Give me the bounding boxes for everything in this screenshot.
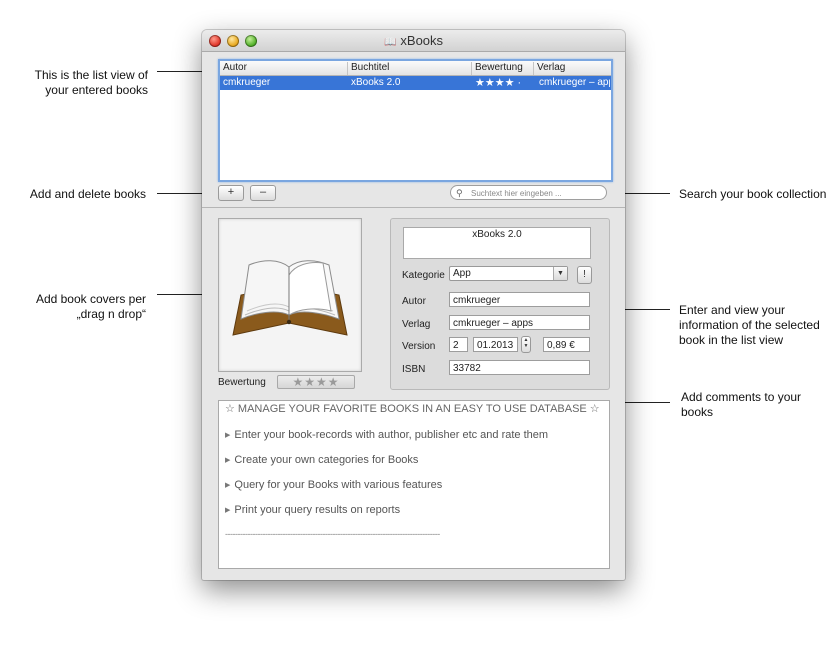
kategorie-label: Kategorie	[402, 270, 445, 281]
comment-line-text: Query for your Books with various featur…	[234, 479, 443, 491]
column-header-bewertung[interactable]: Bewertung	[472, 62, 534, 75]
isbn-field[interactable]: 33782	[449, 360, 590, 375]
comment-line: ▶ Create your own categories for Books	[225, 454, 418, 466]
rating-control[interactable]: ★★★★	[277, 375, 355, 389]
kategorie-value: App	[453, 268, 471, 279]
comment-line-text: Create your own categories for Books	[234, 454, 419, 466]
window-title-text: xBooks	[400, 33, 444, 48]
callout-enter-view: Enter and view your information of the s…	[679, 303, 820, 347]
comment-line: ▶ Enter your book-records with author, pu…	[225, 429, 548, 441]
date-field[interactable]: 01.2013	[473, 337, 518, 352]
open-book-icon	[232, 260, 348, 336]
book-title-field[interactable]: xBooks 2.0	[403, 227, 591, 259]
kategorie-select[interactable]: App ▼	[449, 266, 568, 281]
callout-list-view: This is the list view of your entered bo…	[34, 68, 148, 97]
version-field[interactable]: 2	[449, 337, 468, 352]
column-header-buchtitel[interactable]: Buchtitel	[348, 62, 472, 75]
details-panel: xBooks 2.0 Kategorie App ▼ ! Autor cmkru…	[390, 218, 610, 390]
search-placeholder: Suchtext hier eingeben ...	[471, 189, 562, 198]
cell-verlag: cmkrueger – apps	[539, 77, 610, 88]
price-field[interactable]: 0,89 €	[543, 337, 590, 352]
rating-label: Bewertung	[218, 377, 266, 388]
autor-label: Autor	[402, 296, 426, 307]
window-title: 📖 xBooks	[202, 33, 625, 48]
title-bar[interactable]: 📖 xBooks	[202, 30, 625, 52]
verlag-field[interactable]: cmkrueger – apps	[449, 315, 590, 330]
cell-autor: cmkrueger	[223, 77, 271, 88]
comment-line: ▶ Print your query results on reports	[225, 504, 400, 516]
book-list-table[interactable]: Autor Buchtitel Bewertung Verlag cmkrueg…	[218, 59, 613, 182]
isbn-label: ISBN	[402, 364, 426, 375]
delete-book-button[interactable]: –	[250, 185, 276, 201]
version-label: Version	[402, 341, 436, 352]
callout-add-delete: Add and delete books	[29, 187, 146, 201]
table-header: Autor Buchtitel Bewertung Verlag	[220, 61, 611, 76]
comment-heading: ☆ MANAGE YOUR FAVORITE BOOKS IN AN EASY …	[225, 403, 600, 415]
app-window: 📖 xBooks Autor Buchtitel Bewertung Verlag…	[202, 30, 625, 580]
add-book-button[interactable]: +	[218, 185, 244, 201]
chevron-down-icon: ▼	[553, 267, 567, 280]
column-header-verlag[interactable]: Verlag	[534, 62, 611, 75]
callout-search: Search your book collection	[679, 187, 827, 201]
cell-bewertung: ★★★★ ·	[475, 77, 522, 89]
cell-buchtitel: xBooks 2.0	[351, 77, 401, 88]
comment-line: ▶ Query for your Books with various featu…	[225, 479, 442, 491]
divider	[202, 207, 625, 208]
column-header-autor[interactable]: Autor	[220, 62, 348, 75]
table-row[interactable]: cmkrueger xBooks 2.0 ★★★★ · cmkrueger – …	[220, 76, 611, 90]
comment-line-text: Print your query results on reports	[234, 504, 401, 516]
callout-covers: Add book covers per „drag n drop“	[35, 292, 146, 321]
comment-line-text: Enter your book-records with author, pub…	[234, 429, 549, 441]
document-icon: 📖	[383, 37, 397, 48]
comment-divider-line: ----------------------------------------…	[225, 529, 440, 539]
date-stepper[interactable]: ▲ ▼	[521, 336, 531, 353]
search-field[interactable]: ⚲ Suchtext hier eingeben ...	[450, 185, 607, 200]
bullet-triangle-icon: ▶	[225, 432, 231, 439]
comments-text-area[interactable]: ☆ MANAGE YOUR FAVORITE BOOKS IN AN EASY …	[218, 400, 610, 569]
verlag-label: Verlag	[402, 319, 431, 330]
book-cover-well[interactable]	[218, 218, 362, 372]
autor-field[interactable]: cmkrueger	[449, 292, 590, 307]
bullet-triangle-icon: ▶	[225, 482, 231, 489]
callout-comments: Add comments to your books	[681, 390, 802, 419]
search-icon: ⚲	[456, 188, 463, 198]
bullet-triangle-icon: ▶	[225, 507, 231, 514]
bullet-triangle-icon: ▶	[225, 457, 231, 464]
category-info-button[interactable]: !	[577, 266, 592, 284]
